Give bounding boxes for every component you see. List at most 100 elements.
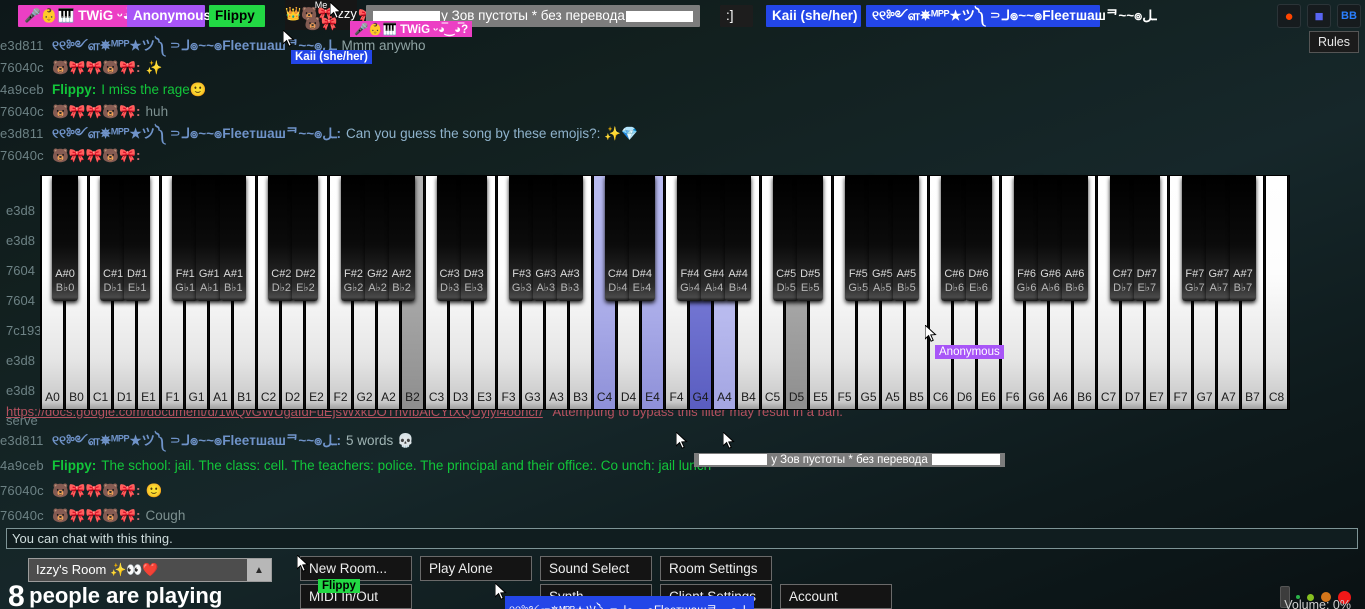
chat-user-name[interactable]: ୧୧༻ள✵ᴹᴾᴾ★ツ༽ ⸧لـ๏~~๏Fleeтшашᄏ~~๏ـل: bbox=[52, 126, 341, 141]
piano-key-label: G7 bbox=[1196, 390, 1213, 404]
piano-black-key[interactable]: F#3 G♭3 bbox=[508, 176, 535, 301]
play-alone-button[interactable]: Play Alone bbox=[420, 556, 532, 581]
piano-key-flat-label: G♭7 bbox=[1184, 282, 1205, 294]
chat-user-name[interactable]: 🐻🎀🎀🐻🎀: bbox=[52, 148, 141, 163]
chat-user-name[interactable]: ୧୧༻ள✵ᴹᴾᴾ★ツ༽ ⸧لـ๏~~๏Fleeтшашᄏ~~๏ـل: bbox=[52, 433, 341, 448]
piano-black-key[interactable]: G#4 A♭4 bbox=[701, 176, 728, 301]
new-room-button[interactable]: New Room... bbox=[300, 556, 412, 581]
piano-black-key[interactable]: G#3 A♭3 bbox=[532, 176, 559, 301]
piano-black-key[interactable]: C#2 D♭2 bbox=[268, 176, 295, 301]
piano-key-flat-label: A♭1 bbox=[199, 282, 219, 294]
piano-black-key[interactable]: D#1 E♭1 bbox=[124, 176, 151, 301]
piano-key-label: F4 bbox=[669, 390, 684, 404]
piano-black-key[interactable]: C#4 D♭4 bbox=[604, 176, 631, 301]
account-button[interactable]: Account bbox=[780, 584, 892, 609]
piano-black-key[interactable]: F#1 G♭1 bbox=[172, 176, 199, 301]
piano-key-sharp-label: G#3 bbox=[535, 268, 557, 280]
piano-black-key[interactable]: D#2 E♭2 bbox=[292, 176, 319, 301]
cursor-nametag: Anonymous bbox=[935, 345, 1004, 359]
piano-black-key[interactable]: F#2 G♭2 bbox=[340, 176, 367, 301]
piano-black-key[interactable]: C#3 D♭3 bbox=[436, 176, 463, 301]
piano-black-key[interactable]: A#5 B♭5 bbox=[893, 176, 920, 301]
cursor-nametag: ୧୧༻ள✵ᴹᴾᴾ★ツ༽ ⸧لـ๏~~๏Fleeтшашᄏ~~๏ـل bbox=[505, 596, 754, 609]
piano-key-flat-label: E♭1 bbox=[127, 282, 147, 294]
participant-tag[interactable]: Anonymous bbox=[127, 5, 211, 27]
piano-black-key[interactable]: A#3 B♭3 bbox=[556, 176, 583, 301]
chat-message-text: huh bbox=[145, 103, 169, 119]
piano-key-flat-label: A♭7 bbox=[1209, 282, 1229, 294]
piano-key-label: D7 bbox=[1124, 390, 1141, 404]
piano-black-key[interactable]: D#7 E♭7 bbox=[1133, 176, 1160, 301]
piano-black-key[interactable]: G#2 A♭2 bbox=[364, 176, 391, 301]
button-label: Play Alone bbox=[429, 561, 493, 576]
piano-key-label: A2 bbox=[381, 390, 396, 404]
piano-key-label: D1 bbox=[116, 390, 133, 404]
piano-key-flat-label: B♭6 bbox=[1065, 282, 1084, 294]
piano-black-key[interactable]: D#6 E♭6 bbox=[965, 176, 992, 301]
piano-black-key[interactable]: C#1 D♭1 bbox=[100, 176, 127, 301]
me-participant-tag[interactable]: Me 👑🐻🎀Izzy🐻🎀 bbox=[285, 0, 357, 30]
chat-user-id: 7c193 bbox=[6, 323, 42, 338]
piano-key-flat-label: A♭3 bbox=[536, 282, 556, 294]
piano-black-key[interactable]: G#7 A♭7 bbox=[1205, 176, 1232, 301]
participant-tag[interactable]: 🎤👶🎹 TWiG ᵕ◕̿‿◕̿? bbox=[18, 5, 158, 27]
bb-icon[interactable]: BB bbox=[1337, 4, 1361, 28]
participant-tag[interactable]: :] bbox=[720, 5, 753, 27]
piano-keyboard[interactable]: A0 B0 C1 D1 E1 F1 G1 A1 B1 C2 D2 E2 F2 G2 A2 B2 C3 D3 E3 F3… bbox=[40, 175, 1290, 410]
chat-user-name[interactable]: Flippy: bbox=[52, 458, 96, 473]
chat-user-name[interactable]: Flippy: bbox=[52, 82, 96, 97]
piano-key-label: C4 bbox=[596, 390, 613, 404]
chat-user-name[interactable]: 🐻🎀🎀🐻🎀: bbox=[52, 60, 141, 75]
chevron-up-icon[interactable]: ▲ bbox=[247, 559, 271, 581]
piano-key-label: F6 bbox=[1005, 390, 1020, 404]
piano-black-key[interactable]: G#5 A♭5 bbox=[869, 176, 896, 301]
piano-key-label: B0 bbox=[69, 390, 84, 404]
piano-key-sharp-label: F#4 bbox=[680, 268, 700, 280]
piano-key-sharp-label: D#7 bbox=[1136, 268, 1157, 280]
button-label: Sound Select bbox=[549, 561, 630, 576]
piano-black-key[interactable]: C#6 D♭6 bbox=[941, 176, 968, 301]
chat-message-text: ✨ bbox=[145, 59, 163, 75]
piano-key-sharp-label: D#3 bbox=[463, 268, 484, 280]
piano-black-key[interactable]: C#7 D♭7 bbox=[1109, 176, 1136, 301]
chat-user-name[interactable]: 🐻🎀🎀🐻🎀: bbox=[52, 483, 141, 498]
piano-black-key[interactable]: A#2 B♭2 bbox=[388, 176, 415, 301]
piano-black-key[interactable]: D#3 E♭3 bbox=[460, 176, 487, 301]
piano-key-label: B1 bbox=[237, 390, 252, 404]
volume-control[interactable]: Volume: 0% bbox=[1280, 566, 1351, 609]
chat-input[interactable] bbox=[6, 528, 1358, 549]
piano-black-key[interactable]: D#5 E♭5 bbox=[797, 176, 824, 301]
piano-key-sharp-label: F#5 bbox=[848, 268, 868, 280]
piano-black-key[interactable]: A#4 B♭4 bbox=[725, 176, 752, 301]
discord-icon[interactable]: ■ bbox=[1307, 4, 1331, 28]
piano-black-key[interactable]: A#1 B♭1 bbox=[220, 176, 247, 301]
chat-user-name[interactable]: 🐻🎀🎀🐻🎀: bbox=[52, 508, 141, 523]
participant-tag[interactable]: Kaii (she/her) bbox=[766, 5, 861, 27]
room-settings-button[interactable]: Room Settings bbox=[660, 556, 772, 581]
piano-black-key[interactable]: A#0 B♭0 bbox=[52, 176, 79, 301]
piano-black-key[interactable]: G#6 A♭6 bbox=[1037, 176, 1064, 301]
piano-black-key[interactable]: G#1 A♭1 bbox=[196, 176, 223, 301]
piano-black-key[interactable]: A#6 B♭6 bbox=[1061, 176, 1088, 301]
participant-tag[interactable]: ୧୧༻ள✵ᴹᴾᴾ★ツ༽ ⸧لـ๏~~๏Fleeтшашᄏ~~๏ـل bbox=[866, 5, 1157, 27]
chat-message: 76040c 🐻🎀🎀🐻🎀: bbox=[0, 144, 1100, 166]
piano-white-key[interactable]: C8 bbox=[1265, 176, 1288, 409]
piano-key-sharp-label: C#3 bbox=[439, 268, 460, 280]
participant-tag[interactable]: Flippy bbox=[209, 5, 265, 27]
piano-key-label: F2 bbox=[333, 390, 348, 404]
piano-key-sharp-label: F#3 bbox=[512, 268, 532, 280]
chat-user-name[interactable]: 🐻🎀🎀🐻🎀: bbox=[52, 104, 141, 119]
chat-message: e3d811 ୧୧༻ள✵ᴹᴾᴾ★ツ༽ ⸧لـ๏~~๏Fleeтшашᄏ~~๏ـل:… bbox=[0, 428, 1200, 453]
piano-black-key[interactable]: F#7 G♭7 bbox=[1181, 176, 1208, 301]
piano-black-key[interactable]: A#7 B♭7 bbox=[1229, 176, 1256, 301]
piano-key-flat-label: D♭3 bbox=[440, 282, 460, 294]
sound-select-button[interactable]: Sound Select bbox=[540, 556, 652, 581]
room-selector[interactable]: Izzy's Room ✨👀❤️ ▲ bbox=[28, 558, 272, 582]
piano-black-key[interactable]: C#5 D♭5 bbox=[773, 176, 800, 301]
piano-black-key[interactable]: F#6 G♭6 bbox=[1013, 176, 1040, 301]
piano-black-key[interactable]: F#4 G♭4 bbox=[677, 176, 704, 301]
piano-black-key[interactable]: D#4 E♭4 bbox=[628, 176, 655, 301]
reddit-icon[interactable]: ● bbox=[1277, 4, 1301, 28]
chat-user-id: e3d8 bbox=[6, 353, 35, 368]
piano-black-key[interactable]: F#5 G♭5 bbox=[845, 176, 872, 301]
